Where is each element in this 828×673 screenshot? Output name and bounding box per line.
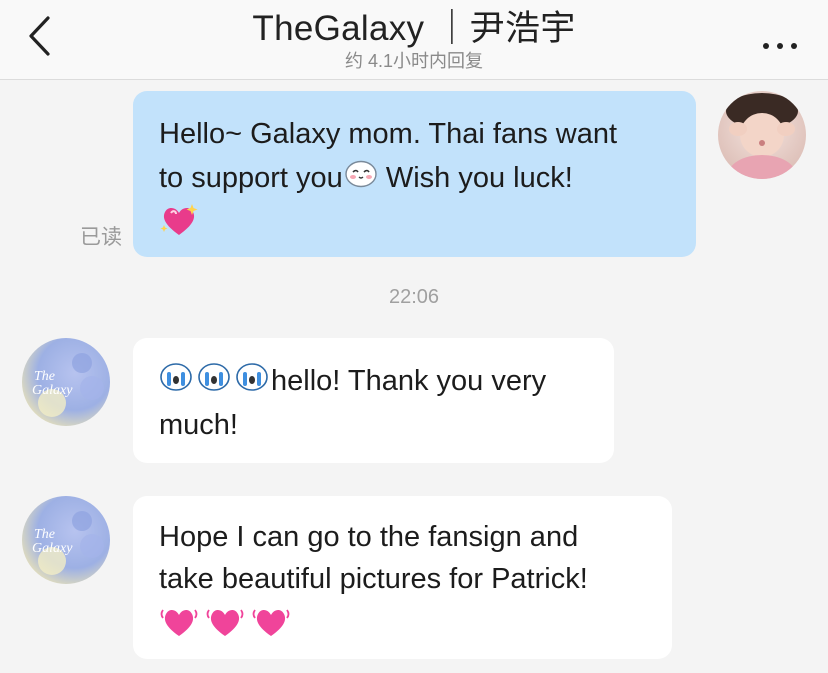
- cute-blush-face-icon: [345, 161, 377, 188]
- message-line: [159, 201, 696, 254]
- incoming-message-bubble[interactable]: hello! Thank you very much!: [133, 338, 614, 463]
- timestamp: 22:06: [388, 286, 440, 308]
- more-dots-icon: [763, 43, 797, 49]
- message-line: Hello~ Galaxy mom. Thai fans want: [159, 118, 618, 150]
- cute-blush-face-emoji-icon: [344, 157, 378, 201]
- chat-title: TheGalaxy ｜尹浩宇: [252, 9, 576, 48]
- more-button[interactable]: [762, 38, 798, 49]
- chat-header: TheGalaxy ｜尹浩宇 约 4.1小时内回复: [0, 0, 828, 80]
- incoming-message-bubble[interactable]: Hope I can go to the fansign and take be…: [133, 496, 672, 659]
- contact-avatar[interactable]: The Galaxy: [22, 496, 110, 584]
- message-text: Wish you luck!: [377, 162, 573, 194]
- message-line: take beautiful pictures for Patrick!: [159, 563, 588, 595]
- avatar-logo-text: Galaxy: [32, 541, 73, 556]
- title-block: TheGalaxy ｜尹浩宇 约 4.1小时内回复: [0, 0, 828, 71]
- avatar-logo-text: Galaxy: [32, 383, 73, 398]
- message-text: hello! Thank you very: [271, 365, 547, 397]
- reply-time-status: 约 4.1小时内回复: [344, 51, 484, 71]
- beating-hearts-icon: [160, 609, 290, 636]
- message-line: much!: [159, 409, 238, 442]
- thegalaxy-avatar-image: The Galaxy: [22, 338, 110, 426]
- message-text: to support you: [159, 162, 343, 194]
- crying-faces-icon: [160, 363, 268, 392]
- user-avatar-image: [718, 91, 806, 179]
- message-line: [159, 600, 672, 652]
- sparkling-heart-emoji-icon: [159, 201, 199, 254]
- beating-heart-emoji-icon: [159, 600, 291, 652]
- message-line: Hope I can go to the fansign and: [159, 521, 579, 553]
- sparkling-heart-icon: [160, 204, 198, 236]
- outgoing-message-bubble[interactable]: Hello~ Galaxy mom. Thai fans want to sup…: [133, 91, 696, 257]
- avatar-logo-text: The: [34, 369, 55, 384]
- read-status: 已读: [80, 226, 122, 249]
- contact-avatar[interactable]: The Galaxy: [22, 338, 110, 426]
- thegalaxy-avatar-image: The Galaxy: [22, 496, 110, 584]
- message-line: to support you Wish you luck!: [159, 156, 696, 201]
- avatar-logo-text: The: [34, 527, 55, 542]
- crying-face-emoji-icon: [159, 360, 271, 404]
- message-line: hello! Thank you very: [159, 360, 614, 404]
- user-avatar[interactable]: [718, 91, 806, 179]
